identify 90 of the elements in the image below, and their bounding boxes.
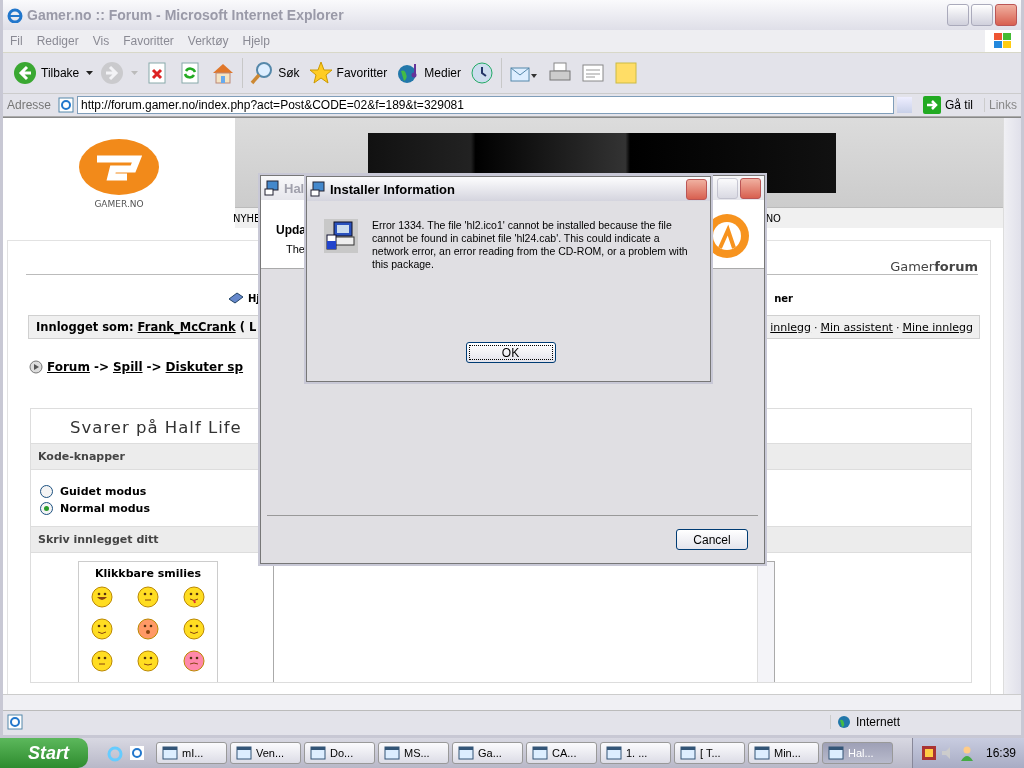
windows-logo-icon — [985, 30, 1021, 52]
reply-title: Svarer på Half Life — [69, 417, 243, 439]
back-button[interactable]: Tilbake — [11, 59, 82, 87]
smiley-icon[interactable] — [183, 586, 205, 608]
window-icon — [310, 745, 326, 761]
breadcrumb-separator: -> — [93, 360, 109, 374]
radio-button[interactable] — [40, 502, 53, 515]
cancel-button[interactable]: Cancel — [676, 529, 748, 550]
installer-icon — [310, 181, 326, 197]
gamer-logo-icon — [77, 137, 161, 197]
history-clock-icon — [469, 61, 494, 85]
account-link[interactable]: innlegg — [770, 320, 812, 334]
window-icon — [680, 745, 696, 761]
breadcrumb-separator: -> — [146, 360, 162, 374]
favorites-button[interactable]: Favoritter — [306, 59, 390, 87]
note-icon — [613, 61, 638, 85]
search-button[interactable]: Søk — [248, 59, 302, 87]
search-icon — [250, 61, 275, 85]
dropdown-caret-icon[interactable] — [86, 71, 94, 75]
taskbar-button[interactable]: Do... — [304, 742, 375, 764]
dialog-title: Installer Information — [330, 181, 455, 197]
browser-icon[interactable] — [128, 744, 146, 762]
logout-link[interactable]: ( L — [239, 320, 257, 334]
taskbar-button[interactable]: CA... — [526, 742, 597, 764]
breadcrumb-link[interactable]: Spill — [112, 360, 143, 374]
taskbar-button[interactable]: Min... — [748, 742, 819, 764]
smilies-title: Klikkbare smilies — [93, 566, 202, 582]
smiley-icon[interactable] — [91, 618, 113, 640]
computer-install-icon — [324, 219, 358, 253]
username-link[interactable]: Frank_McCrank — [137, 320, 236, 334]
window-title: Gamer.no :: Forum - Microsoft Internet Explorer — [27, 7, 345, 23]
smiley-icon[interactable] — [183, 618, 205, 640]
close-button[interactable] — [686, 178, 707, 200]
address-label: Adresse — [7, 98, 53, 112]
breadcrumb-link[interactable]: Forum — [47, 360, 90, 374]
smiley-icon[interactable] — [137, 618, 159, 640]
logo-text: GAMER.NO — [94, 199, 144, 209]
media-button[interactable]: Medier — [394, 59, 463, 87]
breadcrumb-link[interactable]: Diskuter sp — [165, 360, 244, 374]
go-button[interactable]: Gå til — [914, 96, 981, 114]
radio-label[interactable]: Normal modus — [60, 502, 150, 515]
window-icon — [458, 745, 474, 761]
window-title: Hal — [284, 180, 305, 196]
globe-icon — [837, 715, 851, 729]
account-link[interactable]: Min assistent — [820, 320, 893, 334]
user-icon[interactable] — [958, 745, 975, 761]
radio-button[interactable] — [40, 485, 53, 498]
book-icon — [228, 291, 244, 305]
window-icon — [754, 745, 770, 761]
nav-link[interactable]: NO — [765, 212, 781, 224]
smiley-icon[interactable] — [91, 650, 113, 672]
taskbar-button[interactable]: mI... — [156, 742, 227, 764]
forum-title: Gamerforum — [890, 259, 978, 274]
separator-dot: · — [895, 320, 900, 334]
taskbar-button[interactable]: Ga... — [452, 742, 523, 764]
document-icon — [580, 61, 605, 85]
horizontal-scrollbar[interactable] — [3, 694, 1021, 710]
smiley-icon[interactable] — [137, 586, 159, 608]
clock: 16:39 — [985, 746, 1016, 760]
vertical-scrollbar[interactable] — [1003, 118, 1021, 694]
address-field[interactable]: http://forum.gamer.no/index.php?act=Post&CODE=02&f=189&t=329081 — [77, 96, 894, 114]
taskbar-button[interactable]: [ T... — [674, 742, 745, 764]
separator-dot: · — [814, 320, 818, 334]
page-icon — [7, 714, 23, 730]
zone-label: Internett — [856, 715, 901, 729]
error-message: Error 1334. The file 'hl2.ico1' cannot be installed because the file cannot be found in cabinet file 'hl24.cab'. This could indicate a network error, an error reading from the CD-ROM, or a problem with this package. — [372, 219, 689, 271]
help-link[interactable]: ner — [774, 292, 793, 304]
window-icon — [162, 745, 178, 761]
window-icon — [606, 745, 622, 761]
installer-text: The — [285, 242, 306, 255]
arrow-icon — [922, 96, 941, 114]
page-icon — [58, 97, 74, 113]
taskbar-button[interactable]: Ven... — [230, 742, 301, 764]
smiley-icon[interactable] — [137, 650, 159, 672]
smiley-icon[interactable] — [183, 650, 205, 672]
taskbar-button[interactable]: MS... — [378, 742, 449, 764]
ok-button[interactable]: OK — [465, 342, 556, 363]
installer-icon — [264, 180, 280, 196]
radio-label[interactable]: Guidet modus — [60, 485, 147, 498]
smiley-icon[interactable] — [91, 586, 113, 608]
window-icon — [236, 745, 252, 761]
account-link[interactable]: Mine innlegg — [902, 320, 973, 334]
taskbar-button[interactable]: 1. ... — [600, 742, 671, 764]
window-icon — [384, 745, 400, 761]
window-icon — [532, 745, 548, 761]
login-label: Innlogget som: — [36, 320, 134, 334]
ie-logo-icon — [7, 7, 23, 23]
window-icon — [828, 745, 844, 761]
tray-app-icon[interactable] — [920, 745, 937, 761]
star-icon — [308, 61, 333, 85]
